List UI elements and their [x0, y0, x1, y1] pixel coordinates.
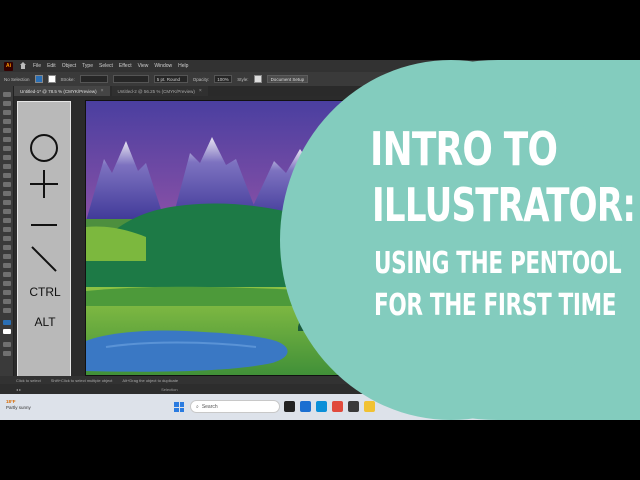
blend-tool-icon[interactable] [3, 254, 11, 259]
minus-icon [31, 224, 57, 226]
alt-key-label: ALT [34, 315, 56, 329]
task-view-icon[interactable] [284, 401, 295, 412]
fill-color-icon[interactable] [3, 320, 11, 325]
screen-mode-icon[interactable] [3, 351, 11, 356]
line-tool-icon[interactable] [3, 146, 11, 151]
width-tool-icon[interactable] [3, 209, 11, 214]
eraser-tool-icon[interactable] [3, 182, 11, 187]
rectangle-tool-icon[interactable] [3, 155, 11, 160]
weather-widget[interactable]: 18°F Partly sunny [6, 399, 31, 411]
type-tool-icon[interactable] [3, 137, 11, 142]
title-line-3: USING THE PENTOOL [374, 246, 622, 281]
pen-tool-icon[interactable] [3, 119, 11, 124]
gradient-tool-icon[interactable] [3, 236, 11, 241]
menu-item-object[interactable]: Object [62, 63, 76, 69]
search-icon: ⌕ [196, 403, 199, 410]
taskbar-search[interactable]: ⌕ Search [190, 400, 280, 413]
stroke-swatch[interactable] [47, 75, 56, 83]
opacity-field[interactable]: 100% [214, 75, 233, 83]
style-label: Style: [237, 76, 249, 82]
hint-shift-click: Shift+Click to select multiple object [50, 377, 113, 383]
weather-condition: Partly sunny [6, 405, 31, 410]
menu-item-file[interactable]: File [33, 63, 41, 69]
menu-item-window[interactable]: Window [154, 63, 172, 69]
title-line-4: FOR THE FIRST TIME [374, 288, 617, 323]
symbol-sprayer-tool-icon[interactable] [3, 263, 11, 268]
circle-shape-icon [30, 134, 58, 162]
tab-label: Untitled-2 @ 56.25 % (CMYK/Preview) [117, 88, 195, 94]
style-swatch[interactable] [253, 75, 262, 83]
plus-icon-vertical [43, 170, 45, 198]
curvature-tool-icon[interactable] [3, 128, 11, 133]
brush-field[interactable]: 5 pt. Round [153, 75, 188, 83]
rotate-tool-icon[interactable] [3, 191, 11, 196]
stroke-color-icon[interactable] [3, 329, 11, 334]
chrome-icon[interactable] [332, 401, 343, 412]
direct-selection-tool-icon[interactable] [3, 101, 11, 106]
screenshot-frame: Ai File Edit Object Type Select Effect V… [0, 60, 640, 420]
document-setup-button[interactable]: Document Setup [266, 75, 309, 83]
selection-label: No Selection [4, 76, 30, 82]
selection-tool-icon[interactable] [3, 92, 11, 97]
diagonal-line-icon [31, 246, 57, 272]
zoom-tool-icon[interactable] [3, 308, 11, 313]
eyedropper-tool-icon[interactable] [3, 245, 11, 250]
home-icon[interactable] [19, 62, 27, 70]
menu-item-select[interactable]: Select [99, 63, 113, 69]
menu-item-edit[interactable]: Edit [47, 63, 56, 69]
title-background [298, 60, 640, 420]
stroke-weight-field[interactable] [79, 75, 108, 83]
fill-swatch[interactable] [34, 75, 43, 83]
file-explorer-icon[interactable] [364, 401, 375, 412]
menu-item-help[interactable]: Help [178, 63, 188, 69]
close-icon[interactable]: × [101, 88, 104, 94]
paintbrush-tool-icon[interactable] [3, 164, 11, 169]
menu-item-type[interactable]: Type [82, 63, 93, 69]
illustrator-logo: Ai [4, 61, 13, 71]
app-icon[interactable] [300, 401, 311, 412]
free-transform-tool-icon[interactable] [3, 218, 11, 223]
edge-icon[interactable] [316, 401, 327, 412]
hint-alt-drag: Alt+Drag the object to duplicate [122, 377, 179, 383]
variable-width-field[interactable] [112, 75, 149, 83]
magic-wand-tool-icon[interactable] [3, 110, 11, 115]
graph-tool-icon[interactable] [3, 272, 11, 277]
drawing-mode-icon[interactable] [3, 342, 11, 347]
opacity-label: Opacity: [192, 76, 210, 82]
hint-click: Click to select [16, 377, 41, 383]
tab-untitled-2[interactable]: Untitled-2 @ 56.25 % (CMYK/Preview) × [111, 86, 208, 96]
windows-start-icon[interactable] [174, 402, 184, 412]
current-tool-label: Selection [161, 386, 178, 392]
tools-panel [0, 86, 14, 376]
artboard-tool-icon[interactable] [3, 281, 11, 286]
close-icon[interactable]: × [199, 88, 202, 94]
title-line-1: INTRO TO [370, 122, 558, 176]
slice-tool-icon[interactable] [3, 290, 11, 295]
shape-builder-tool-icon[interactable] [3, 227, 11, 232]
pencil-tool-icon[interactable] [3, 173, 11, 178]
menu-item-effect[interactable]: Effect [119, 63, 132, 69]
title-line-2: ILLUSTRATOR: [372, 178, 636, 232]
app-icon[interactable] [348, 401, 359, 412]
zoom-field[interactable]: ◂ ▸ [16, 387, 21, 392]
tab-label: Untitled-1* @ 78.5 % (CMYK/Preview) [20, 88, 97, 94]
search-placeholder: Search [201, 403, 218, 410]
stroke-label: Stroke: [60, 76, 75, 82]
scale-tool-icon[interactable] [3, 200, 11, 205]
menu-item-view[interactable]: View [138, 63, 149, 69]
shortcut-keys-panel: CTRL ALT [17, 101, 71, 377]
hand-tool-icon[interactable] [3, 299, 11, 304]
ctrl-key-label: CTRL [29, 285, 61, 299]
tab-untitled-1[interactable]: Untitled-1* @ 78.5 % (CMYK/Preview) × [14, 86, 110, 96]
